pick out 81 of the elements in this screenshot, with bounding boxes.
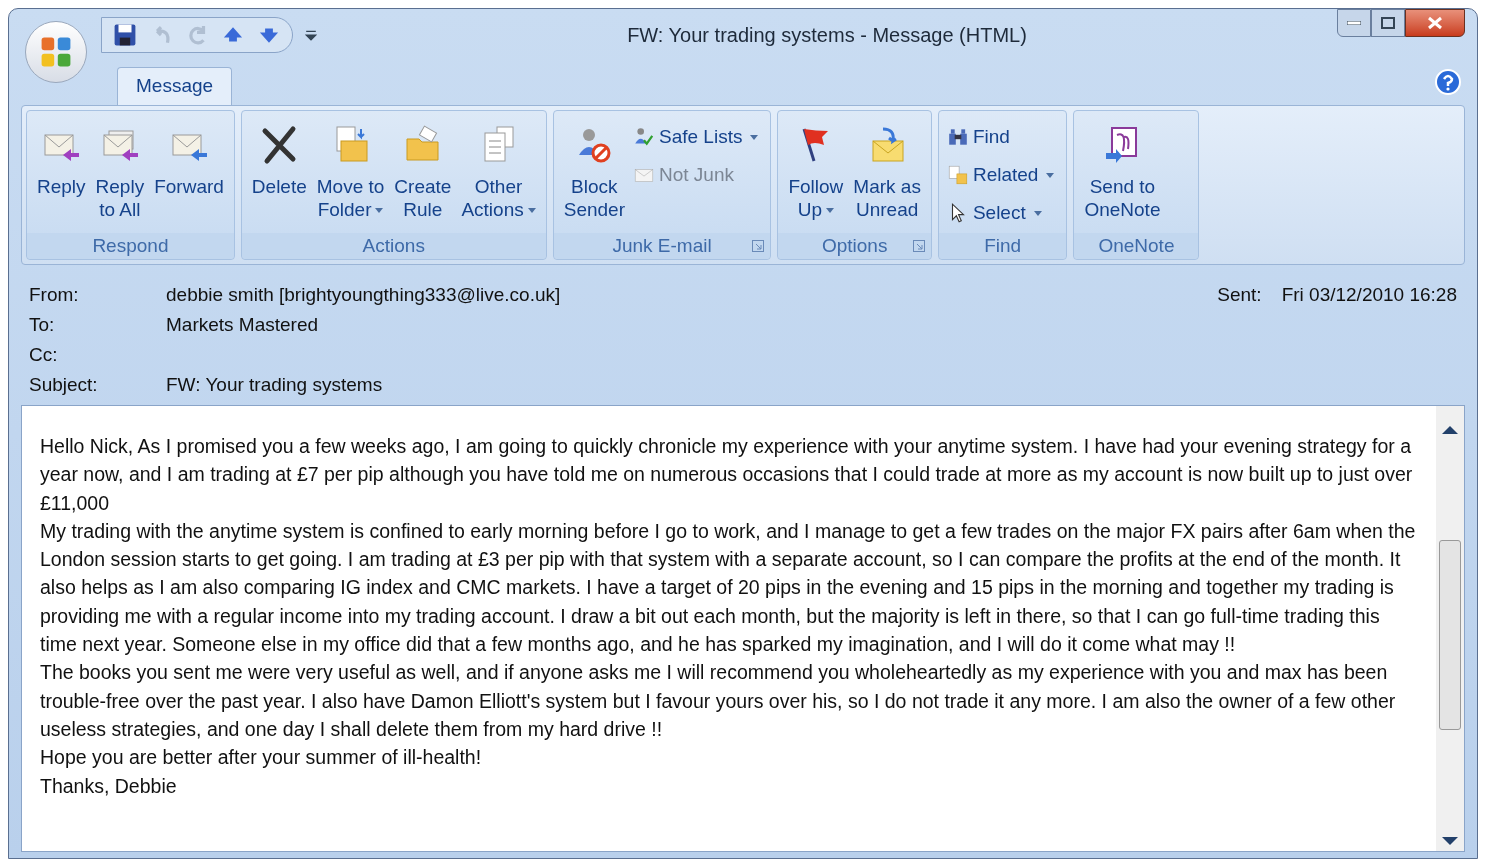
customize-icon[interactable] [305,29,317,41]
field-label: Cc: [29,342,59,367]
group-label: Respond [92,233,169,258]
ribbon-button[interactable]: Send to OneNote [1080,115,1165,233]
button-label: Unread [855,198,919,221]
scrollbar[interactable] [1436,406,1464,851]
people-check-icon [633,126,655,148]
field-value: debbie smith [brightyoungthing333@live.co.uk] [166,282,561,307]
ribbon-button[interactable]: Other Actions [457,115,540,233]
field-label: Subject: [29,372,99,397]
ribbon-button[interactable]: Find [944,121,1057,153]
group-label: Options [821,233,888,258]
button-label: Block [571,175,618,198]
button-label: Send to [1089,175,1156,198]
minimize-button[interactable] [1337,9,1371,37]
ribbon-button[interactable]: Forward [150,115,228,233]
help-icon[interactable] [1435,69,1461,95]
button-label: Follow [788,175,844,198]
body-paragraph: Hope you are better after your summer of ill-health! [40,745,483,771]
button-label: OneNote [1084,198,1161,221]
button-label: to All [99,198,141,221]
ribbon-button[interactable]: Mark as Unread [849,115,925,233]
button-label: Sender [563,198,625,221]
caret-icon [750,134,759,140]
button-label: Reply [37,175,86,198]
ribbon-button[interactable]: Reply to All [91,115,149,233]
button-label: Rule [403,198,443,221]
binoculars-icon [946,126,969,148]
button-label: Folder [317,198,384,221]
ribbon-button[interactable]: Create Rule [390,115,456,233]
ribbon-button[interactable]: Safe Lists [631,121,761,153]
button-label: Up [797,198,834,221]
body-paragraph: Thanks, Debbie [40,773,178,799]
body-paragraph: The books you sent me were very useful as well, and if anyone asks me I will recommend you wholeheartedly as my experience with you and max has been trouble-free over the past year. I also have Damon Elliott's system but I favour yours over his, so I do not trade it any more. I am also the owner of a few other useless strategies, and one day I shall delete them from my hard drive !! [40,660,1397,742]
button-label: Delete [251,175,307,198]
group-label: Find [984,233,1022,258]
dialog-launcher-icon[interactable] [912,240,925,252]
ribbon-button[interactable]: Reply [33,115,90,233]
window-title: FW: Your trading systems - Message (HTML) [626,23,1028,48]
up-arrow-icon[interactable] [1442,424,1458,434]
caret-icon [375,208,384,214]
ribbon-button[interactable]: Block Sender [559,115,629,233]
button-label: Actions [461,198,536,221]
close-icon [1427,16,1443,30]
field-value: Fri 03/12/2010 16:28 [1281,282,1457,307]
caret-icon [1033,210,1042,216]
ribbon-tab[interactable]: Message [117,67,233,105]
body-paragraph: My trading with the anytime system is confined to early morning before I go to work, and I manage to get a few trades on the major FX pairs after 6am when the London session starts to get going. I am trading at £3 per pip with that system with a separate account, so I can compare the profits at the end of the month. It also helps as I am also comparing IG index and CMC markets. I have a target of 20 pips in the evening and 15 pips in the morning and together my trading is providing me with a regular income into my trading account. I draw a bit out each month, but the majority is left in there, so that I can go full-time trading this time next year. Someone else in my office did that a few months ago, and he has sparked my imagination, and I will do it come what may !! [40,518,1417,658]
group-label: OneNote [1098,233,1175,258]
ribbon-button[interactable]: Follow Up [784,115,848,233]
group-label: Junk E-mail [612,233,712,258]
caret-icon [527,208,536,214]
field-label: From: [29,282,80,307]
caret-icon [826,208,834,214]
field-label: Sent: [1217,282,1262,307]
caret-icon [1046,172,1055,178]
maximize-icon [1381,17,1395,29]
group-label: Actions [362,233,425,258]
body-paragraph: Hello Nick, As I promised you a few weeks ago, I am going to quickly chronicle my experience with your anytime system. I have had your evening strategy for a year now, and I am trading at £7 per pip although you have told me on numerous occasions that I could trade at more as my account is now built up to just over £11,000 [40,434,1414,516]
down-arrow-icon[interactable] [1442,837,1458,847]
field-label: To: [29,312,56,337]
documents-icon [946,164,969,186]
maximize-button[interactable] [1371,9,1405,37]
ribbon-button[interactable]: Related [944,159,1057,191]
button-label: Mark as [853,175,921,198]
close-button[interactable] [1405,9,1465,37]
scroll-thumb[interactable] [1439,540,1461,730]
button-label: Move to [316,175,385,198]
minimize-icon [1347,21,1361,25]
button-label: Reply [95,175,145,198]
ribbon-button[interactable]: Move to Folder [312,115,389,233]
ribbon-button[interactable]: Select [944,197,1057,229]
button-label: Forward [154,175,224,198]
button-label: Other [474,175,523,198]
field-value: FW: Your trading systems [166,372,383,397]
save-icon [112,22,138,48]
toolbar-button[interactable] [112,22,138,48]
dialog-launcher-icon[interactable] [752,240,765,252]
ribbon-button[interactable]: Delete [247,115,311,233]
field-value: Markets Mastered [166,312,319,337]
button-label: Create [394,175,452,198]
